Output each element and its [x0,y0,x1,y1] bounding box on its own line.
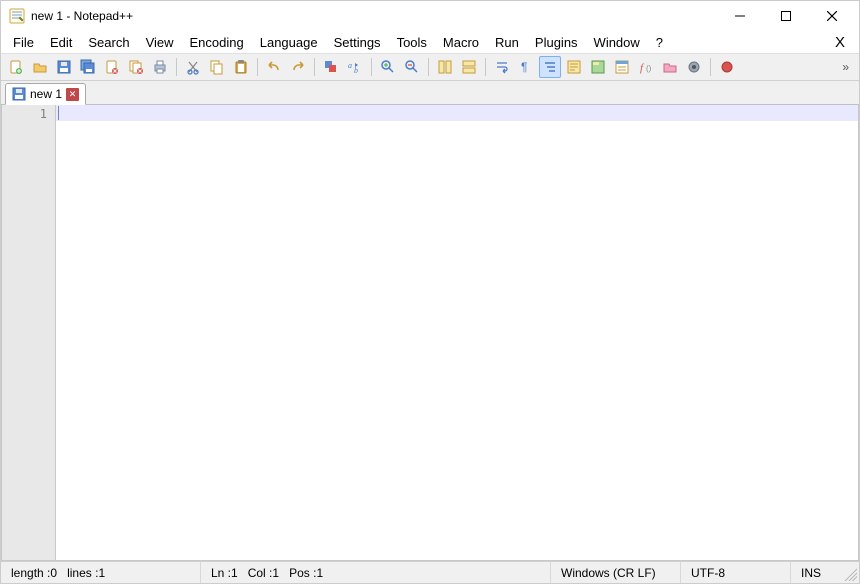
copy-icon[interactable] [206,56,228,78]
svg-text:(): () [646,64,652,73]
line-number: 1 [2,107,47,121]
editor-area: 1 [1,105,859,561]
svg-text:f: f [640,62,645,74]
open-file-icon[interactable] [29,56,51,78]
udl-icon[interactable] [563,56,585,78]
tab-save-icon [12,87,26,101]
menu-tools[interactable]: Tools [389,33,435,52]
status-mode[interactable]: INS [791,562,841,583]
redo-icon[interactable] [287,56,309,78]
menu-help[interactable]: ? [648,33,671,52]
line-number-gutter: 1 [2,105,56,560]
toolbar-separator [710,58,711,76]
status-bar: length : 0 lines : 1 Ln : 1 Col : 1 Pos … [1,561,859,583]
show-all-chars-icon[interactable]: ¶ [515,56,537,78]
menu-edit[interactable]: Edit [42,33,80,52]
indent-guide-icon[interactable] [539,56,561,78]
svg-text:¶: ¶ [521,60,527,74]
sync-h-scroll-icon[interactable] [458,56,480,78]
menu-run[interactable]: Run [487,33,527,52]
toolbar-separator [371,58,372,76]
zoom-out-icon[interactable] [401,56,423,78]
save-icon[interactable] [53,56,75,78]
menu-macro[interactable]: Macro [435,33,487,52]
status-eol[interactable]: Windows (CR LF) [551,562,681,583]
current-line-highlight [56,105,858,121]
wordwrap-icon[interactable] [491,56,513,78]
menu-plugins[interactable]: Plugins [527,33,586,52]
toolbar-separator [428,58,429,76]
window-title: new 1 - Notepad++ [31,9,133,23]
document-tab[interactable]: new 1 ✕ [5,83,86,105]
toolbar-separator [314,58,315,76]
menu-bar: File Edit Search View Encoding Language … [1,31,859,53]
save-all-icon[interactable] [77,56,99,78]
menu-language[interactable]: Language [252,33,326,52]
undo-icon[interactable] [263,56,285,78]
text-editor[interactable] [56,105,858,560]
svg-text:b: b [354,66,358,75]
menu-window[interactable]: Window [586,33,648,52]
tab-bar: new 1 ✕ [1,81,859,105]
paste-icon[interactable] [230,56,252,78]
cut-icon[interactable] [182,56,204,78]
toolbar-separator [485,58,486,76]
app-icon [9,8,25,24]
folder-workspace-icon[interactable] [659,56,681,78]
tab-label: new 1 [30,87,62,101]
text-caret [58,106,59,120]
zoom-in-icon[interactable] [377,56,399,78]
menu-file[interactable]: File [5,33,42,52]
doc-list-icon[interactable] [611,56,633,78]
menu-settings[interactable]: Settings [326,33,389,52]
print-icon[interactable] [149,56,171,78]
toolbar-overflow[interactable]: » [836,60,855,74]
replace-icon[interactable]: ab [344,56,366,78]
status-encoding[interactable]: UTF-8 [681,562,791,583]
new-file-icon[interactable] [5,56,27,78]
sync-v-scroll-icon[interactable] [434,56,456,78]
toolbar-separator [257,58,258,76]
monitor-icon[interactable] [683,56,705,78]
close-file-icon[interactable] [101,56,123,78]
tab-close-button[interactable]: ✕ [66,88,79,101]
toolbar: ab ¶ f() » [1,53,859,81]
close-window-button[interactable] [809,1,855,31]
find-icon[interactable] [320,56,342,78]
menu-close-doc[interactable]: X [825,34,855,51]
toolbar-separator [176,58,177,76]
menu-encoding[interactable]: Encoding [182,33,252,52]
func-list-icon[interactable]: f() [635,56,657,78]
record-macro-icon[interactable] [716,56,738,78]
menu-view[interactable]: View [138,33,182,52]
svg-text:a: a [348,61,352,70]
status-position: Ln : 1 Col : 1 Pos : 1 [201,562,551,583]
status-length-lines: length : 0 lines : 1 [1,562,201,583]
resize-grip[interactable] [841,565,857,581]
maximize-button[interactable] [763,1,809,31]
close-all-icon[interactable] [125,56,147,78]
title-bar: new 1 - Notepad++ [1,1,859,31]
doc-map-icon[interactable] [587,56,609,78]
minimize-button[interactable] [717,1,763,31]
menu-search[interactable]: Search [80,33,137,52]
